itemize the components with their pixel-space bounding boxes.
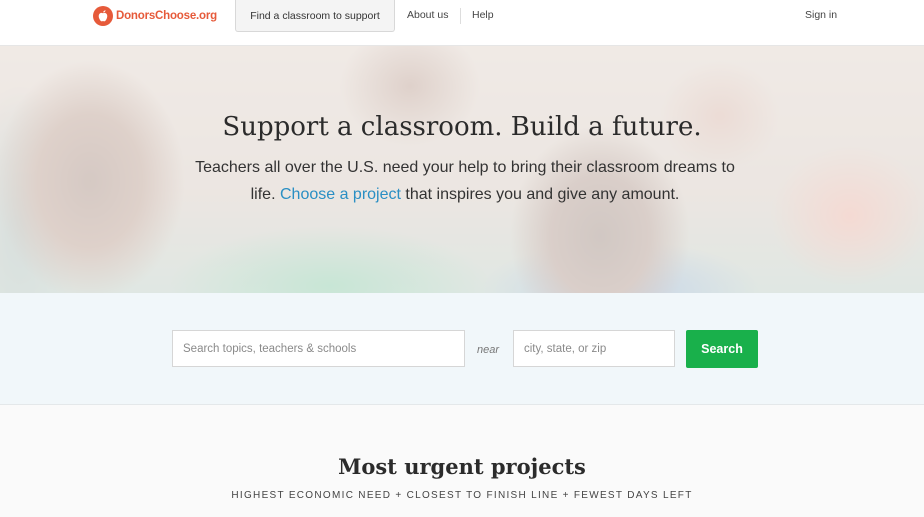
logo[interactable]: DonorsChoose.org xyxy=(93,5,217,27)
sign-in-link[interactable]: Sign in xyxy=(805,9,837,21)
search-button[interactable]: Search xyxy=(686,330,758,368)
hero-text-after: that inspires you and give any amount. xyxy=(405,186,680,203)
help-link[interactable]: Help xyxy=(472,9,494,21)
urgent-projects-section: Most urgent projects HIGHEST ECONOMIC NE… xyxy=(0,405,924,517)
near-label: near xyxy=(477,344,500,356)
location-input[interactable] xyxy=(513,330,675,367)
section-title: Most urgent projects xyxy=(338,454,586,479)
choose-project-link[interactable]: Choose a project xyxy=(280,186,401,203)
topic-search-input[interactable] xyxy=(172,330,465,367)
nav-divider xyxy=(460,8,461,24)
top-nav: DonorsChoose.org Find a classroom to sup… xyxy=(0,0,924,46)
about-us-link[interactable]: About us xyxy=(407,9,448,21)
apple-logo-icon xyxy=(93,6,113,26)
hero-title: Support a classroom. Build a future. xyxy=(222,112,702,142)
hero-banner: Support a classroom. Build a future. Tea… xyxy=(0,46,924,293)
hero-description: Teachers all over the U.S. need your hel… xyxy=(190,154,740,208)
section-subtitle: HIGHEST ECONOMIC NEED + CLOSEST TO FINIS… xyxy=(231,490,693,501)
find-classroom-button[interactable]: Find a classroom to support xyxy=(235,0,395,32)
search-section: near Search xyxy=(0,293,924,405)
logo-text: DonorsChoose.org xyxy=(116,10,217,22)
